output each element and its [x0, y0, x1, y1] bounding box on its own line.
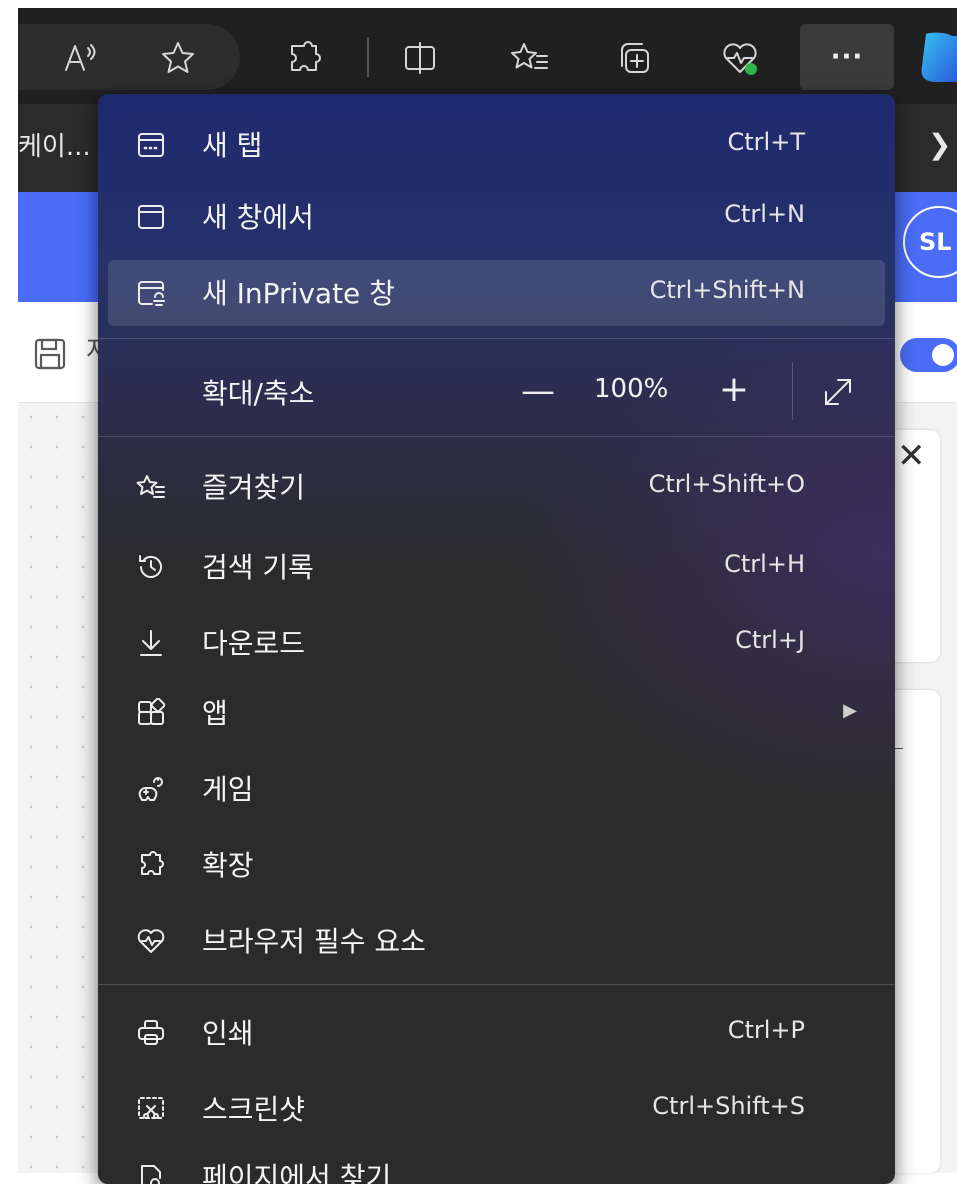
address-bar[interactable]	[18, 24, 240, 90]
copilot-icon[interactable]	[916, 30, 957, 88]
screenshot-icon	[134, 1092, 168, 1126]
menu-item-shortcut: Ctrl+J	[735, 626, 805, 654]
more-dots-icon: ···	[830, 42, 864, 72]
menu-item-new-inprivate-window[interactable]: 새 InPrivate 창 Ctrl+Shift+N	[108, 260, 885, 326]
apps-icon	[134, 696, 168, 730]
menu-item-print[interactable]: 인쇄 Ctrl+P	[108, 1000, 885, 1066]
menu-item-label: 게임	[202, 773, 254, 806]
extensions-icon[interactable]	[282, 36, 326, 80]
history-icon	[134, 550, 168, 584]
zoom-separator	[792, 362, 793, 420]
new-tab-icon	[134, 128, 168, 162]
menu-item-label: 다운로드	[202, 627, 306, 660]
menu-item-browser-essentials[interactable]: 브라우저 필수 요소	[108, 908, 885, 974]
toolbar-separator	[367, 37, 369, 77]
menu-item-shortcut: Ctrl+Shift+S	[652, 1092, 805, 1120]
menu-item-shortcut: Ctrl+T	[727, 128, 805, 156]
fullscreen-icon[interactable]	[818, 372, 858, 412]
browser-essentials-icon	[134, 924, 168, 958]
menu-item-favorites[interactable]: 즐겨찾기 Ctrl+Shift+O	[108, 454, 885, 520]
zoom-out-button[interactable]: —	[518, 366, 558, 416]
menu-item-shortcut: Ctrl+N	[724, 200, 805, 228]
settings-and-more-menu: 새 탭 Ctrl+T 새 창에서 Ctrl+N 새 InPrivate 창 Ct…	[98, 94, 895, 1184]
settings-and-more-button[interactable]: ···	[800, 24, 894, 90]
menu-item-label: 새 탭	[202, 129, 263, 162]
read-aloud-icon[interactable]	[58, 36, 102, 80]
zoom-row: 확대/축소 — 100% +	[108, 352, 885, 432]
save-icon[interactable]	[30, 334, 70, 378]
menu-item-label: 새 InPrivate 창	[202, 277, 395, 310]
menu-item-apps[interactable]: 앱 ▶	[108, 680, 885, 746]
menu-item-shortcut: Ctrl+Shift+O	[648, 470, 805, 498]
menu-divider	[98, 338, 895, 339]
games-icon	[134, 772, 168, 806]
favorite-star-icon[interactable]	[156, 36, 200, 80]
menu-item-label: 검색 기록	[202, 551, 314, 584]
menu-item-screenshot[interactable]: 스크린샷 Ctrl+Shift+S	[108, 1076, 885, 1142]
menu-item-label: 즐겨찾기	[202, 471, 306, 504]
submenu-arrow-icon: ▶	[843, 700, 857, 721]
menu-item-label: 브라우저 필수 요소	[202, 925, 426, 958]
menu-item-label: 앱	[202, 697, 228, 730]
inprivate-icon	[134, 276, 168, 310]
split-screen-icon[interactable]	[398, 36, 442, 80]
find-icon	[134, 1160, 168, 1184]
menu-item-shortcut: Ctrl+P	[727, 1016, 805, 1044]
download-icon	[134, 626, 168, 660]
favorites-icon[interactable]	[508, 36, 552, 80]
menu-item-history[interactable]: 검색 기록 Ctrl+H	[108, 534, 885, 600]
favorites-icon	[134, 470, 168, 504]
browser-essentials-icon[interactable]	[718, 36, 762, 80]
page-toggle[interactable]	[900, 338, 957, 372]
menu-divider	[98, 436, 895, 437]
favorites-bar-item[interactable]: 케이...	[18, 126, 91, 163]
collections-icon[interactable]	[612, 36, 656, 80]
menu-item-label: 인쇄	[202, 1017, 254, 1050]
window-icon	[134, 200, 168, 234]
menu-item-label: 새 창에서	[202, 201, 314, 234]
menu-divider	[98, 984, 895, 985]
menu-item-label: 확장	[202, 849, 254, 882]
menu-item-games[interactable]: 게임	[108, 756, 885, 822]
menu-item-label: 스크린샷	[202, 1093, 306, 1126]
menu-item-new-tab[interactable]: 새 탭 Ctrl+T	[108, 112, 885, 178]
menu-item-find-on-page[interactable]: 페이지에서 찾기	[108, 1144, 885, 1184]
menu-item-shortcut: Ctrl+Shift+N	[649, 276, 805, 304]
window-top-edge	[0, 0, 957, 8]
zoom-in-button[interactable]: +	[714, 364, 754, 414]
menu-item-new-window[interactable]: 새 창에서 Ctrl+N	[108, 184, 885, 250]
side-card-mark	[895, 748, 903, 749]
canvas-dot-grid	[18, 402, 100, 1173]
zoom-label: 확대/축소	[202, 377, 315, 410]
close-icon[interactable]: ✕	[897, 436, 926, 476]
menu-item-label: 페이지에서 찾기	[202, 1161, 392, 1184]
extensions-icon	[134, 848, 168, 882]
favorites-overflow-chevron-icon[interactable]: ❯	[928, 128, 951, 161]
menu-item-downloads[interactable]: 다운로드 Ctrl+J	[108, 610, 885, 676]
zoom-level: 100%	[594, 374, 669, 404]
print-icon	[134, 1016, 168, 1050]
menu-item-shortcut: Ctrl+H	[724, 550, 805, 578]
menu-item-extensions[interactable]: 확장	[108, 832, 885, 898]
